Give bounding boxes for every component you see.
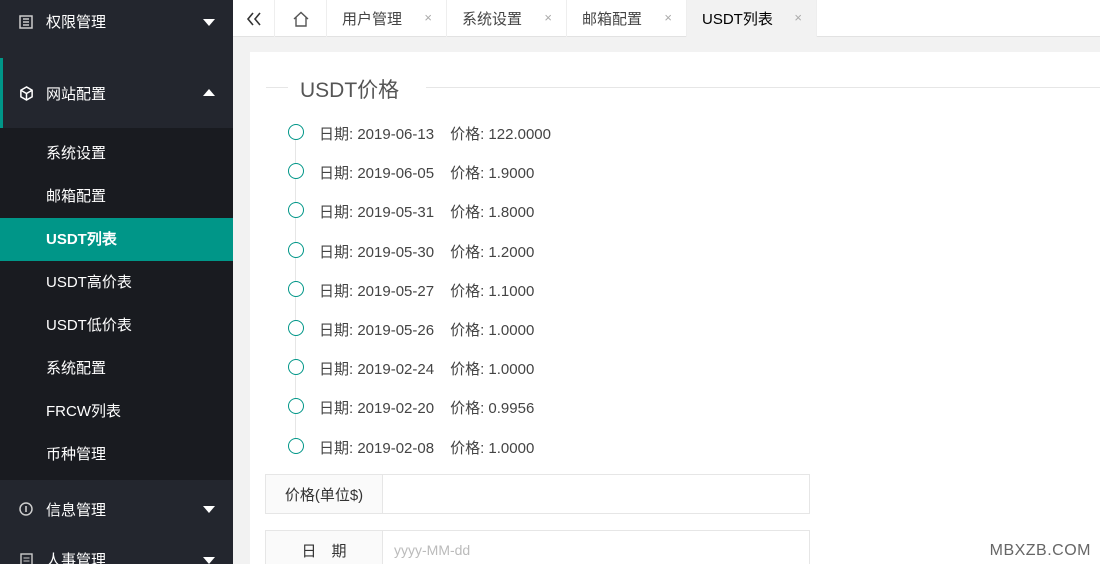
menu-group-label: 网站配置 xyxy=(46,85,107,103)
menu-group-info[interactable]: 信息管理 xyxy=(0,480,233,538)
home-icon xyxy=(293,11,308,27)
timeline-item: 日期: 2019-02-24 价格: 1.0000 xyxy=(288,347,688,400)
timeline-item: 日期: 2019-06-05 价格: 1.9000 xyxy=(288,151,688,204)
watermark: MBXZB.COM xyxy=(989,542,1091,559)
timeline-item: 日期: 2019-02-20 价格: 0.9956 xyxy=(288,386,688,439)
timeline-dot xyxy=(288,202,304,219)
price-label: 价格(单位$) xyxy=(266,475,383,513)
timeline-item: 日期: 2019-05-31 价格: 1.8000 xyxy=(288,190,688,243)
timeline-date: 日期: 2019-05-27 xyxy=(319,282,435,300)
collapse-button[interactable] xyxy=(233,0,275,37)
timeline-dot xyxy=(288,280,304,297)
chevron-down-icon xyxy=(203,506,215,513)
timeline-dot xyxy=(288,163,304,180)
close-icon[interactable]: × xyxy=(424,10,432,25)
menu-group-label: 信息管理 xyxy=(46,501,107,519)
menu-group-permissions[interactable]: 权限管理 xyxy=(0,0,233,43)
tab-label: 系统设置 xyxy=(462,11,523,28)
price-input[interactable] xyxy=(383,475,809,513)
main-content: USDT价格 日期: 2019-06-13 价格: 122.0000 日期: 20… xyxy=(250,52,1100,564)
timeline-price: 价格: 1.0000 xyxy=(450,439,535,457)
info-icon xyxy=(18,501,34,517)
permission-icon xyxy=(18,14,34,30)
timeline-item: 日期: 2019-05-26 价格: 1.0000 xyxy=(288,308,688,360)
timeline-price: 价格: 1.8000 xyxy=(450,204,535,222)
sub-menu: 系统设置 邮箱配置 USDT列表 USDT高价表 USDT低价表 系统配置 FR… xyxy=(0,128,233,480)
sidebar-item-usdt-low[interactable]: USDT低价表 xyxy=(0,304,233,347)
timeline-dot xyxy=(288,241,304,258)
timeline-dot xyxy=(288,124,304,140)
date-form-row: 日 期 xyxy=(265,530,810,564)
tab-usdt-list[interactable]: USDT列表 × xyxy=(687,0,817,37)
timeline-item: 日期: 2019-05-30 价格: 1.2000 xyxy=(288,230,688,282)
date-input[interactable] xyxy=(383,531,809,564)
timeline-date: 日期: 2019-02-08 xyxy=(319,439,435,457)
timeline-price: 价格: 0.9956 xyxy=(450,400,535,418)
tab-bar: 用户管理 × 系统设置 × 邮箱配置 × USDT列表 × xyxy=(233,0,1100,37)
menu-group-label: 人事管理 xyxy=(46,552,107,564)
timeline-item: 日期: 2019-02-08 价格: 1.0000 xyxy=(288,426,688,465)
cube-icon xyxy=(18,85,34,101)
close-icon[interactable]: × xyxy=(664,10,672,25)
timeline-item: 日期: 2019-06-13 价格: 122.0000 xyxy=(288,112,688,164)
tab-label: USDT列表 xyxy=(702,11,773,28)
sidebar-item-currency[interactable]: 币种管理 xyxy=(0,433,233,476)
timeline-price: 价格: 122.0000 xyxy=(450,126,551,143)
price-form-row: 价格(单位$) xyxy=(265,474,810,514)
timeline-dot xyxy=(288,359,304,376)
date-label: 日 期 xyxy=(266,531,383,564)
menu-group-label: 权限管理 xyxy=(46,14,107,31)
section-title: USDT价格 xyxy=(300,74,410,104)
timeline-date: 日期: 2019-06-05 xyxy=(319,165,435,183)
tab-email-config[interactable]: 邮箱配置 × xyxy=(567,0,687,37)
sidebar-item-frcw-list[interactable]: FRCW列表 xyxy=(0,390,233,433)
timeline-date: 日期: 2019-02-20 xyxy=(319,400,435,418)
tab-label: 用户管理 xyxy=(342,11,403,28)
document-icon xyxy=(18,552,34,564)
timeline-price: 价格: 1.1000 xyxy=(450,282,535,300)
timeline-dot xyxy=(288,437,304,454)
tab-label: 邮箱配置 xyxy=(582,11,643,28)
timeline-date: 日期: 2019-02-24 xyxy=(319,361,435,379)
sidebar-item-usdt-high[interactable]: USDT高价表 xyxy=(0,261,233,304)
tab-system-settings[interactable]: 系统设置 × xyxy=(447,0,567,37)
section-header: USDT价格 xyxy=(266,74,1100,104)
menu-group-site-config[interactable]: 网站配置 xyxy=(0,58,233,128)
double-chevron-left-icon xyxy=(246,11,261,26)
timeline-price: 价格: 1.0000 xyxy=(450,361,535,379)
timeline-price: 价格: 1.2000 xyxy=(450,243,535,261)
timeline-item: 日期: 2019-05-27 价格: 1.1000 xyxy=(288,269,688,321)
timeline-dot xyxy=(288,319,304,336)
timeline-dot xyxy=(288,398,304,415)
menu-group-hr[interactable]: 人事管理 xyxy=(0,538,233,564)
timeline-date: 日期: 2019-06-13 xyxy=(319,126,435,143)
timeline-date: 日期: 2019-05-31 xyxy=(319,204,435,222)
sidebar-item-usdt-list[interactable]: USDT列表 xyxy=(0,218,233,261)
chevron-up-icon xyxy=(203,89,215,96)
price-timeline: 日期: 2019-06-13 价格: 122.0000 日期: 2019-06-0… xyxy=(288,112,688,465)
tab-user-management[interactable]: 用户管理 × xyxy=(327,0,447,37)
timeline-date: 日期: 2019-05-26 xyxy=(319,321,435,339)
timeline-price: 价格: 1.0000 xyxy=(450,321,535,339)
close-icon[interactable]: × xyxy=(544,10,552,25)
chevron-down-icon xyxy=(203,556,215,564)
sidebar-item-email-config[interactable]: 邮箱配置 xyxy=(0,175,233,218)
chevron-down-icon xyxy=(203,18,215,26)
close-icon[interactable]: × xyxy=(794,10,802,25)
timeline-date: 日期: 2019-05-30 xyxy=(319,243,435,261)
sidebar: 权限管理 网站配置 系统设置 邮箱配置 USDT列表 USDT高价表 USDT低… xyxy=(0,0,233,564)
timeline-price: 价格: 1.9000 xyxy=(450,165,535,183)
home-tab[interactable] xyxy=(275,0,327,37)
sidebar-item-system-config[interactable]: 系统配置 xyxy=(0,347,233,390)
sidebar-item-system-settings[interactable]: 系统设置 xyxy=(0,132,233,175)
